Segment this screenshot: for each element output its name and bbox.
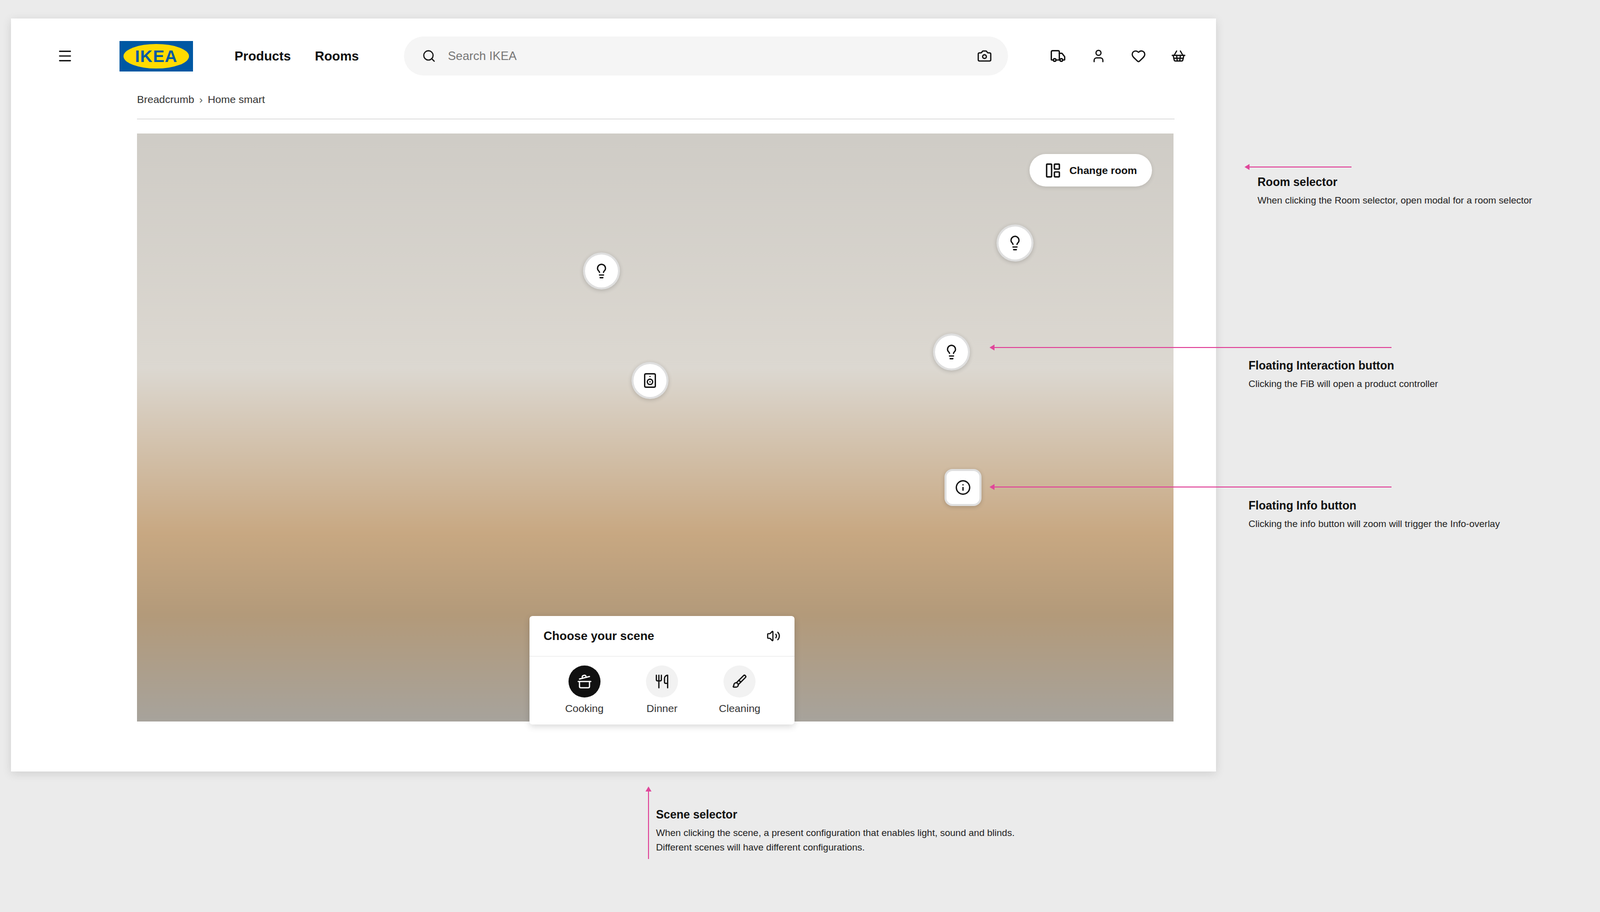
scene-icon-circle [723, 665, 756, 698]
scene-selector-title: Choose your scene [543, 629, 654, 643]
basket-button[interactable] [1171, 48, 1186, 64]
menu-button[interactable] [57, 48, 73, 64]
annotation-body: Clicking the info button will zoom will … [1248, 516, 1500, 531]
annotation-arrow [991, 486, 1392, 488]
search-input[interactable] [447, 48, 966, 64]
breadcrumb-item[interactable]: Breadcrumb [137, 93, 194, 106]
scene-selector-header: Choose your scene [529, 616, 795, 657]
hamburger-icon [57, 48, 73, 64]
scene-icon-circle [646, 665, 678, 698]
annotation-body: When clicking the Room selector, open mo… [1257, 193, 1532, 208]
annotation-text: Clicking the FiB will open a product con… [1248, 376, 1438, 391]
annotation-arrow [1246, 166, 1352, 168]
user-icon [1091, 48, 1106, 64]
annotation-text: Different scenes will have different con… [656, 840, 1015, 855]
sound-button[interactable] [766, 629, 781, 643]
light-hotspot-button[interactable] [583, 252, 620, 290]
scene-option[interactable]: Dinner [623, 665, 701, 715]
nav-link[interactable]: Rooms [315, 48, 359, 64]
header-icons [1050, 48, 1186, 64]
room-photo: Change room Choose your scene Cooking Dinne… [137, 133, 1174, 722]
delivery-button[interactable] [1050, 48, 1066, 64]
scene-label: Dinner [646, 702, 678, 715]
breadcrumb-item[interactable]: Home smart [207, 93, 265, 106]
speaker-volume-icon [766, 629, 781, 643]
camera-icon [977, 48, 992, 64]
annotation-arrow [648, 788, 649, 859]
scene-icon [654, 674, 670, 689]
info-icon [955, 479, 971, 496]
annotation-title: Room selector [1257, 175, 1532, 189]
speaker-icon [642, 372, 658, 389]
annotation: Room selector When clicking the Room sele… [1257, 175, 1532, 208]
light-hotspot-button[interactable] [996, 224, 1034, 262]
change-room-button[interactable]: Change room [1029, 154, 1152, 187]
annotation: Floating Info button Clicking the info bu… [1248, 499, 1500, 531]
scene-option[interactable]: Cooking [545, 665, 623, 715]
light-icon [1007, 235, 1023, 251]
annotation: Floating Interaction button Clicking the … [1248, 359, 1438, 391]
main-nav: Products Rooms [234, 48, 359, 64]
truck-icon [1050, 48, 1066, 64]
heart-icon [1131, 48, 1146, 64]
light-hotspot-button[interactable] [933, 333, 970, 371]
scene-label: Cooking [565, 702, 604, 715]
breadcrumb-separator: › [199, 93, 203, 106]
annotation-title: Scene selector [656, 808, 1015, 822]
breadcrumb: Breadcrumb › Home smart [137, 93, 1175, 120]
scene-option[interactable]: Cleaning [701, 665, 779, 715]
content: Breadcrumb › Home smart Change room Choose y… [137, 93, 1175, 722]
scene-icon [577, 674, 592, 689]
account-button[interactable] [1091, 48, 1106, 64]
light-icon [593, 263, 610, 279]
basket-icon [1171, 48, 1186, 64]
annotation-body: Clicking the FiB will open a product con… [1248, 376, 1438, 391]
annotation-text: When clicking the Room selector, open mo… [1257, 193, 1532, 208]
annotation-text: When clicking the scene, a present confi… [656, 825, 1015, 840]
scene-label: Cleaning [719, 702, 761, 715]
annotation-title: Floating Interaction button [1248, 359, 1438, 373]
speaker-hotspot-button[interactable] [631, 362, 669, 399]
scene-selector: Choose your scene Cooking Dinner Cleaning [529, 616, 795, 725]
annotation-title: Floating Info button [1248, 499, 1500, 513]
search-icon [422, 49, 436, 63]
header: IKEA Products Rooms [11, 18, 1216, 94]
room-layout-icon [1044, 162, 1062, 179]
annotation: Scene selector When clicking the scene, a… [656, 808, 1015, 855]
page: IKEA Products Rooms Breadcrumb › Home smart Ch… [0, 0, 1600, 912]
search-bar [404, 36, 1008, 76]
annotation-arrow [991, 347, 1392, 348]
camera-search-button[interactable] [977, 48, 992, 64]
annotation-text: Clicking the info button will zoom will … [1248, 516, 1500, 531]
logo-oval: IKEA [123, 44, 189, 69]
scene-options: Cooking Dinner Cleaning [529, 656, 795, 725]
annotation-body: When clicking the scene, a present confi… [656, 825, 1015, 855]
scene-icon [732, 674, 747, 689]
wishlist-button[interactable] [1131, 48, 1146, 64]
nav-link[interactable]: Products [234, 48, 291, 64]
ikea-logo[interactable]: IKEA [119, 41, 193, 72]
scene-icon-circle [568, 665, 601, 698]
browser-card: IKEA Products Rooms Breadcrumb › Home smart Ch… [11, 18, 1216, 772]
info-hotspot-button[interactable] [944, 469, 982, 506]
light-icon [943, 344, 960, 360]
